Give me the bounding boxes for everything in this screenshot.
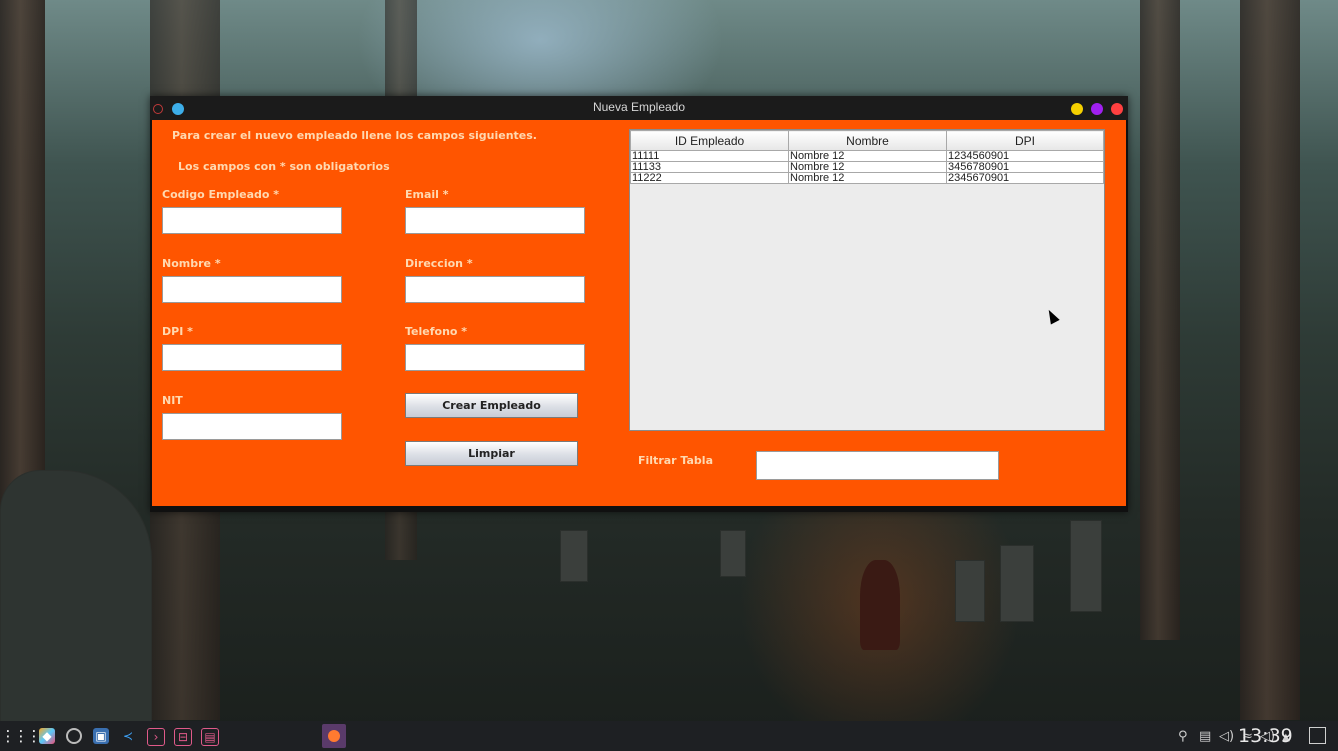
app-window: Nueva Empleado Para crear el nuevo emple… [150,96,1128,512]
wallpaper-tree [1140,0,1180,640]
cell-nombre: Nombre 12 [788,172,947,184]
wallpaper-gravestone [560,530,588,582]
wallpaper-rock [0,470,152,722]
telefono-input[interactable] [405,344,585,371]
crear-empleado-button[interactable]: Crear Empleado [405,393,578,418]
active-app-icon[interactable] [322,724,346,748]
employee-table[interactable]: ID Empleado Nombre DPI 11111 Nombre 12 1… [629,129,1105,431]
user-icon[interactable]: ⚲ [1178,729,1188,744]
cell-dpi: 2345670901 [946,172,1104,184]
toolbox-icon[interactable]: ⊟ [174,728,192,746]
wallpaper-gravestone [1000,545,1034,622]
required-note: Los campos con * son obligatorios [178,160,390,173]
cell-id: 11111 [630,150,789,162]
files-icon[interactable]: ▤ [201,728,219,746]
table-row[interactable]: 11111 Nombre 12 1234560901 [630,150,1104,162]
telefono-label: Telefono * [405,325,468,338]
email-label: Email * [405,188,449,201]
wallpaper-gravestone [955,560,985,622]
terminal-icon[interactable]: › [147,728,165,746]
image-viewer-icon[interactable]: ▣ [93,728,109,744]
window-title: Nueva Empleado [592,100,686,114]
col-header-nombre[interactable]: Nombre [788,130,947,151]
nit-input[interactable] [162,413,342,440]
wallpaper-gravestone [1070,520,1102,612]
clipboard-icon[interactable]: ▤ [1199,729,1211,744]
nombre-label: Nombre * [162,257,221,270]
col-header-dpi[interactable]: DPI [946,130,1104,151]
direccion-input[interactable] [405,276,585,303]
vscode-icon[interactable]: ≺ [120,728,136,744]
intro-text: Para crear el nuevo empleado llene los c… [172,129,537,142]
minimize-button[interactable] [1071,103,1083,115]
cell-nombre: Nombre 12 [788,150,947,162]
chrome-icon[interactable] [66,728,82,744]
close-button[interactable] [1111,103,1123,115]
maximize-button[interactable] [1091,103,1103,115]
table-header-row: ID Empleado Nombre DPI [630,130,1104,151]
nit-label: NIT [162,394,183,407]
col-header-id[interactable]: ID Empleado [630,130,789,151]
form-panel: Para crear el nuevo empleado llene los c… [152,120,1126,506]
cell-dpi: 3456780901 [946,161,1104,173]
nombre-input[interactable] [162,276,342,303]
app-cube-icon[interactable]: ◆ [39,728,55,744]
filter-input[interactable] [756,451,999,480]
limpiar-button[interactable]: Limpiar [405,441,578,466]
wallpaper-tree [1240,0,1300,720]
titlebar: Nueva Empleado [150,96,1128,120]
volume-icon[interactable]: ◁) [1219,729,1234,744]
cell-id: 11133 [630,161,789,173]
clock[interactable]: 13:39 [1238,725,1293,747]
table-row[interactable]: 11222 Nombre 12 2345670901 [630,172,1104,184]
app-launcher-icon[interactable]: ⋮⋮⋮ [1,727,42,745]
filter-label: Filtrar Tabla [638,454,713,467]
wallpaper-samurai-figure [860,560,900,650]
direccion-label: Direccion * [405,257,473,270]
table-row[interactable]: 11133 Nombre 12 3456780901 [630,161,1104,173]
codigo-label: Codigo Empleado * [162,188,280,201]
cell-nombre: Nombre 12 [788,161,947,173]
codigo-input[interactable] [162,207,342,234]
wallpaper-gravestone [720,530,746,577]
dpi-label: DPI * [162,325,193,338]
show-desktop-button[interactable] [1309,727,1326,744]
email-input[interactable] [405,207,585,234]
dpi-input[interactable] [162,344,342,371]
cell-dpi: 1234560901 [946,150,1104,162]
cell-id: 11222 [630,172,789,184]
